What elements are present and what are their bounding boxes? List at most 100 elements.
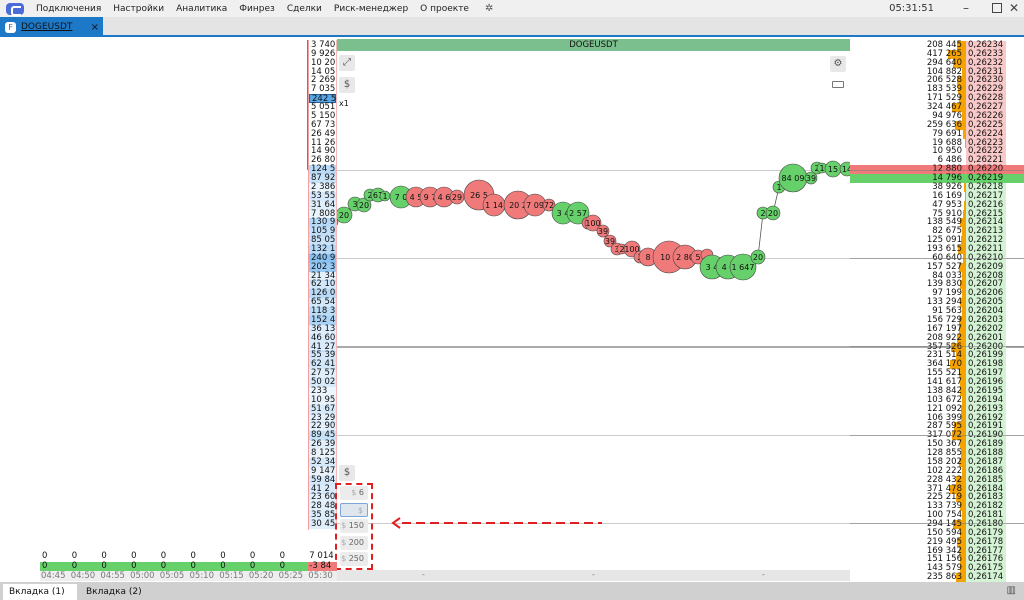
time-label: 05:25 bbox=[278, 571, 304, 581]
close-window-icon[interactable]: ✕ bbox=[1009, 1, 1019, 15]
close-tab-icon[interactable]: × bbox=[91, 22, 99, 33]
dollar-icon: $ bbox=[341, 537, 347, 547]
clock: 05:31:51 bbox=[889, 3, 934, 14]
time-axis: 0 0 04:45 0 0 04:50 0 0 04:55 0 0 05:00 0 0 05:05 0 0 05:… bbox=[0, 549, 337, 582]
period-volume: 0 bbox=[42, 551, 48, 561]
menu-about[interactable]: О проекте bbox=[420, 4, 469, 14]
menu-settings[interactable]: Настройки bbox=[113, 4, 164, 14]
period-volume: 7 014 bbox=[309, 551, 334, 561]
gear-icon[interactable]: ⚙ bbox=[830, 56, 846, 72]
period-delta: 0 bbox=[71, 561, 78, 571]
period-delta: 0 bbox=[101, 561, 107, 571]
bubble-label: 20 bbox=[339, 211, 349, 220]
tab-strip: F DOGEUSDT × bbox=[0, 17, 1024, 37]
amount-button-250[interactable]: $ 250 bbox=[340, 552, 368, 566]
period-delta: -3 84 bbox=[309, 561, 332, 571]
order-book[interactable]: 208 445 0,26234 417 265 0,26233 294 640 0,262… bbox=[850, 39, 1024, 583]
book-settings-icon[interactable]: ▥ bbox=[1007, 585, 1016, 596]
bubble-label: 1 bbox=[382, 192, 387, 201]
time-label: 05:20 bbox=[248, 571, 274, 581]
bubble-label: 20 bbox=[359, 201, 369, 210]
tab-label: DOGEUSDT bbox=[21, 22, 73, 32]
amount-value: 150 bbox=[348, 521, 364, 530]
time-label: 04:50 bbox=[70, 571, 96, 581]
trade-bubble[interactable]: 20 bbox=[337, 206, 353, 224]
menu-risk-manager[interactable]: Риск-менеджер bbox=[334, 4, 408, 14]
dollar-icon: $ bbox=[341, 521, 347, 530]
chart-scrollbar[interactable]: --- bbox=[337, 570, 850, 581]
zoom-label: x1 bbox=[339, 99, 349, 108]
pin-icon[interactable]: ✲ bbox=[485, 3, 493, 14]
dollar-icon: $ bbox=[341, 554, 347, 563]
chart-area[interactable]: 20 3 20 2 61 1 7 04 59 74 6 29 26 51 14 20 27 09 7… bbox=[337, 39, 1024, 570]
cluster-volume-column: 3 740 9 926 10 20 14 05 2 269 7 035 242 55 051… bbox=[308, 40, 337, 530]
menu-trades[interactable]: Сделки bbox=[287, 4, 322, 14]
trade-bubble[interactable]: 20 bbox=[765, 205, 781, 221]
period-volume: 0 bbox=[131, 551, 137, 561]
bottom-tab-2[interactable]: Вкладка (2) bbox=[80, 584, 148, 600]
trade-bubble[interactable]: 39 bbox=[596, 224, 610, 238]
bubble-label: 20 bbox=[753, 253, 763, 262]
dollar-button[interactable]: $ bbox=[339, 77, 355, 93]
bubble-label: 15 bbox=[828, 165, 838, 174]
amount-value: 250 bbox=[348, 554, 364, 563]
trade-bubble[interactable]: 1 14 bbox=[482, 193, 506, 217]
app-logo-icon bbox=[6, 2, 24, 16]
time-label: 05:00 bbox=[130, 571, 155, 581]
book-volume: 235 863 bbox=[926, 572, 962, 583]
menu-finres[interactable]: Финрез bbox=[239, 4, 275, 14]
bubble-label: 29 bbox=[452, 193, 462, 202]
bubble-label: 39 bbox=[806, 174, 816, 183]
trade-bubble[interactable]: 15 bbox=[824, 160, 842, 178]
trade-bubble[interactable]: 29 bbox=[449, 189, 465, 205]
grid-line bbox=[850, 523, 1024, 524]
bottom-tab-1[interactable]: Вкладка (1) bbox=[3, 584, 77, 600]
menu-analytics[interactable]: Аналитика bbox=[176, 4, 227, 14]
chart-title: DOGEUSDT bbox=[337, 39, 850, 51]
trade-bubble[interactable]: 20 bbox=[750, 249, 766, 265]
delta-bar-buy bbox=[40, 562, 308, 571]
menu-connections[interactable]: Подключения bbox=[36, 4, 101, 14]
bubble-label: 1 14 bbox=[485, 201, 503, 210]
time-label: 05:15 bbox=[219, 571, 244, 581]
period-delta: 0 bbox=[190, 561, 196, 571]
keyboard-icon[interactable] bbox=[832, 81, 844, 88]
dollar-icon: $ bbox=[357, 505, 363, 515]
bubble-label: 2 57 bbox=[569, 209, 587, 218]
tab-dogeusdt[interactable]: F DOGEUSDT × bbox=[0, 17, 103, 37]
dollar-icon: $ bbox=[351, 488, 357, 497]
trade-bubble[interactable]: 1 bbox=[379, 190, 391, 202]
period-volume: 0 bbox=[190, 551, 196, 561]
volume-cell: 7 035 bbox=[311, 84, 336, 95]
amount-button-150[interactable]: $ 150 bbox=[340, 519, 368, 533]
dollar-amount-toggle[interactable]: $ bbox=[339, 465, 355, 481]
amount-button-6[interactable]: $ 6 bbox=[340, 486, 368, 500]
minimize-icon[interactable]: – bbox=[963, 1, 969, 15]
period-delta: 0 bbox=[249, 561, 256, 571]
period-volume: 0 bbox=[220, 551, 226, 561]
bubble-label: 1 647 bbox=[732, 263, 755, 272]
bubble-label: 39 bbox=[598, 227, 608, 236]
bubble-label: 1 bbox=[819, 164, 824, 173]
volume-cell: 30 45 bbox=[309, 518, 336, 529]
bubble-label: 7 09 bbox=[526, 201, 544, 210]
grid-line bbox=[850, 258, 1024, 259]
trade-bubble[interactable]: 14 bbox=[839, 161, 850, 177]
annotation-arrow-icon bbox=[391, 517, 602, 529]
period-delta: 0 bbox=[220, 561, 226, 571]
period-volume: 0 bbox=[71, 551, 78, 561]
add-chart-icon[interactable]: ⤢ bbox=[339, 55, 355, 71]
period-delta: 0 bbox=[42, 561, 48, 571]
time-label: 04:55 bbox=[100, 571, 125, 581]
amount-button-200[interactable]: $ 200 bbox=[340, 535, 368, 550]
grid-line bbox=[850, 346, 1024, 347]
trade-bubble[interactable]: 84 09 bbox=[778, 163, 808, 193]
bottom-tab-bar: Вкладка (1) Вкладка (2) ▥ bbox=[0, 582, 1024, 600]
futures-icon: F bbox=[5, 21, 16, 33]
bubble-label: 5 bbox=[695, 253, 700, 262]
bubble-label: 72 bbox=[544, 201, 554, 210]
maximize-icon[interactable] bbox=[992, 3, 1002, 13]
bubble-label: 14 bbox=[842, 165, 850, 174]
book-price[interactable]: 0,26174 bbox=[966, 573, 1006, 583]
amount-button-100[interactable]: $ 100 bbox=[340, 502, 368, 529]
